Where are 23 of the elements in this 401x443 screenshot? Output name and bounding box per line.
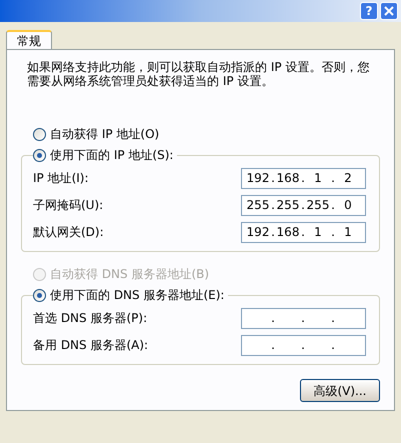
field-label: 首选 DNS 服务器(P): — [33, 310, 148, 327]
description-text: 如果网络支持此功能，则可以获取自动指派的 IP 设置。否则，您需要从网络系统管理员处获得适当的 IP 设置。 — [26, 60, 370, 88]
field-label: 备用 DNS 服务器(A): — [33, 337, 148, 354]
field-label: IP 地址(I): — [33, 170, 89, 187]
radio-label: 使用下面的 IP 地址(S): — [50, 147, 174, 164]
radio-button[interactable] — [33, 288, 46, 302]
ip-address-field[interactable]: . . . — [241, 308, 366, 328]
ip-address-field[interactable]: 255.255.255. 0 — [241, 194, 366, 216]
radio-button[interactable] — [33, 148, 46, 162]
radio-label: 使用下面的 DNS 服务器地址(E): — [50, 287, 224, 304]
ip-address-field[interactable]: . . . — [241, 334, 366, 356]
radio-label: 自动获得 DNS 服务器地址(B) — [50, 266, 210, 283]
advanced-button[interactable]: 高级(V)... — [300, 379, 380, 402]
ip-address-field[interactable]: 192.168. 1 . 1 — [241, 222, 366, 242]
help-button[interactable]: ? — [360, 2, 378, 20]
close-button[interactable] — [380, 2, 398, 20]
radio-button[interactable] — [33, 128, 46, 140]
field-label: 子网掩码(U): — [33, 197, 104, 214]
radio-label: 自动获得 IP 地址(O) — [50, 126, 160, 143]
field-label: 默认网关(D): — [33, 224, 104, 241]
ip-address-field[interactable]: 192.168. 1 . 2 — [241, 168, 366, 188]
close-icon — [384, 6, 394, 16]
tab[interactable]: 常规 — [6, 30, 52, 49]
